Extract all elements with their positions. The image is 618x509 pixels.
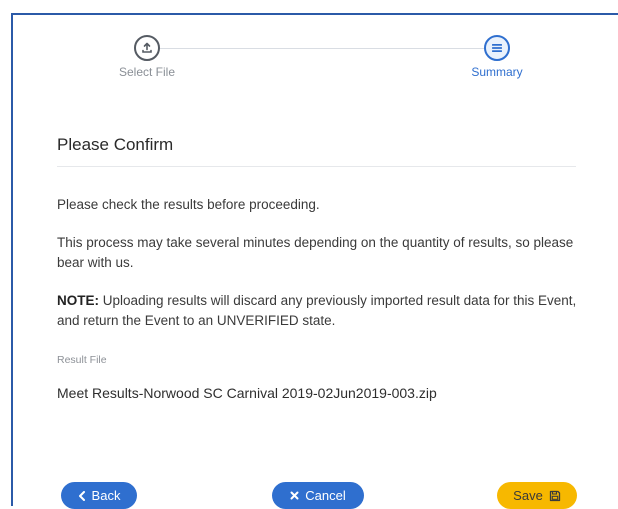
list-icon — [492, 44, 502, 52]
upload-icon — [142, 42, 152, 53]
intro-text: Please check the results before proceedi… — [57, 197, 320, 212]
wizard-stepper: Select File Summary — [13, 31, 618, 91]
chevron-left-icon — [78, 490, 85, 501]
step-summary[interactable] — [484, 35, 510, 61]
note-text: Uploading results will discard any previ… — [57, 293, 577, 328]
save-button[interactable]: Save — [497, 482, 577, 509]
cancel-button[interactable]: Cancel — [272, 482, 364, 509]
step-select-file[interactable] — [134, 35, 160, 61]
floppy-disk-icon — [549, 490, 560, 501]
process-note-text: This process may take several minutes de… — [57, 235, 574, 270]
back-button[interactable]: Back — [61, 482, 137, 509]
wizard-panel: Select File Summary Please Confirm Pleas… — [11, 13, 618, 509]
note-label: NOTE: — [57, 293, 99, 308]
title-divider — [57, 166, 576, 167]
result-file-value: Meet Results-Norwood SC Carnival 2019-02… — [57, 385, 437, 401]
save-button-label: Save — [513, 488, 543, 503]
stepper-connector — [146, 48, 498, 49]
back-button-label: Back — [91, 488, 121, 503]
step-label-summary: Summary — [471, 65, 523, 79]
cancel-button-label: Cancel — [305, 488, 346, 503]
page-title: Please Confirm — [57, 135, 174, 154]
close-icon — [290, 491, 299, 500]
warning-note: NOTE: Uploading results will discard any… — [57, 291, 587, 331]
step-label-select-file: Select File — [118, 65, 176, 79]
result-file-label: Result File — [57, 354, 107, 366]
